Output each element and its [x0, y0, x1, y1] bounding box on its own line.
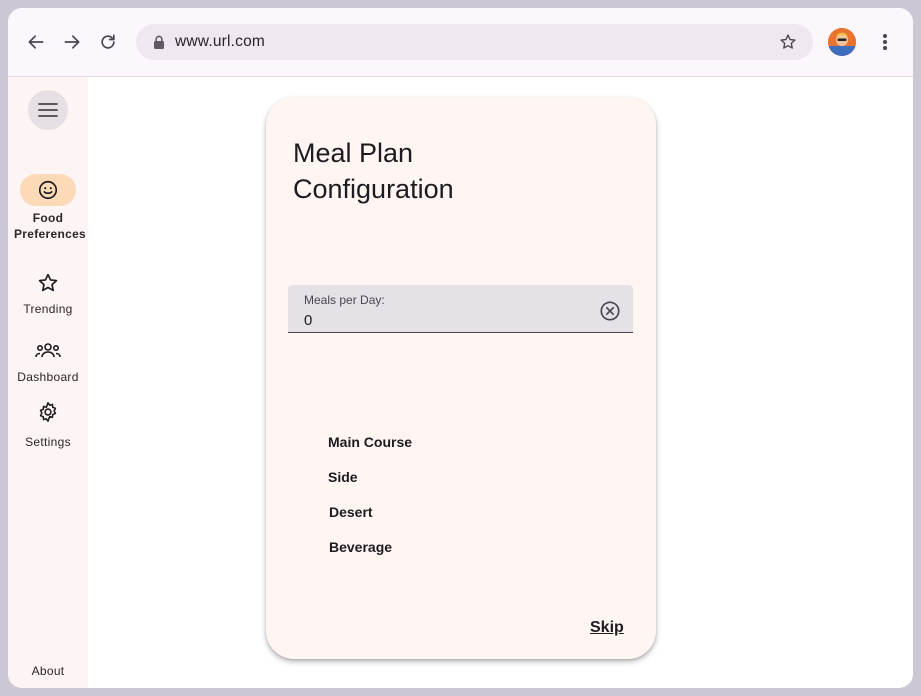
- about-link[interactable]: About: [8, 664, 88, 678]
- back-button[interactable]: [24, 30, 48, 54]
- clear-icon[interactable]: [599, 300, 621, 322]
- card-title: Meal Plan Configuration: [293, 138, 454, 204]
- reload-button[interactable]: [96, 30, 120, 54]
- nav-label-trending: Trending: [23, 302, 73, 316]
- nav-item-trending[interactable]: Trending: [8, 267, 88, 317]
- option-side[interactable]: Side: [328, 469, 358, 485]
- option-beverage[interactable]: Beverage: [329, 539, 392, 555]
- lock-icon: [154, 35, 164, 49]
- active-indicator: [20, 174, 76, 206]
- smiley-icon: [38, 180, 58, 200]
- nav-icon-container: [20, 267, 76, 299]
- gear-icon: [39, 402, 57, 422]
- profile-avatar[interactable]: [828, 28, 856, 56]
- address-bar[interactable]: www.url.com: [136, 24, 813, 60]
- nav-label-settings: Settings: [25, 435, 71, 449]
- hamburger-menu-button[interactable]: [28, 90, 68, 130]
- nav-icon-container: [20, 335, 76, 367]
- option-desert[interactable]: Desert: [329, 504, 373, 520]
- skip-button[interactable]: Skip: [590, 619, 624, 637]
- nav-icon-container: [20, 396, 76, 428]
- arrow-forward-icon: [64, 35, 80, 49]
- groups-icon: [35, 343, 61, 358]
- field-value: 0: [304, 312, 313, 329]
- url-text: www.url.com: [175, 33, 266, 50]
- more-vert-icon: [883, 34, 887, 50]
- field-label: Meals per Day:: [304, 293, 385, 307]
- browser-window: www.url.com Food Preferences Trending Da…: [8, 8, 913, 688]
- meal-plan-card: Meal Plan Configuration Meals per Day: 0…: [266, 97, 656, 659]
- star-outline-icon[interactable]: [779, 33, 797, 51]
- nav-label-dashboard: Dashboard: [17, 370, 79, 384]
- avatar-image: [828, 28, 856, 56]
- nav-item-food-preferences[interactable]: Food Preferences: [8, 174, 88, 242]
- nav-label-food-preferences: Food Preferences: [14, 211, 87, 241]
- browser-toolbar: www.url.com: [8, 8, 913, 77]
- forward-button[interactable]: [60, 30, 84, 54]
- hamburger-menu-icon: [38, 103, 58, 117]
- option-main-course[interactable]: Main Course: [328, 434, 412, 450]
- arrow-back-icon: [28, 35, 44, 49]
- star-outline-icon: [38, 273, 58, 292]
- meals-per-day-field[interactable]: Meals per Day: 0: [288, 285, 633, 333]
- nav-item-settings[interactable]: Settings: [8, 396, 88, 450]
- reload-icon: [101, 34, 115, 49]
- browser-menu-button[interactable]: [873, 30, 897, 54]
- nav-item-dashboard[interactable]: Dashboard: [8, 335, 88, 385]
- navigation-rail: Food Preferences Trending Dashboard Sett…: [8, 77, 88, 688]
